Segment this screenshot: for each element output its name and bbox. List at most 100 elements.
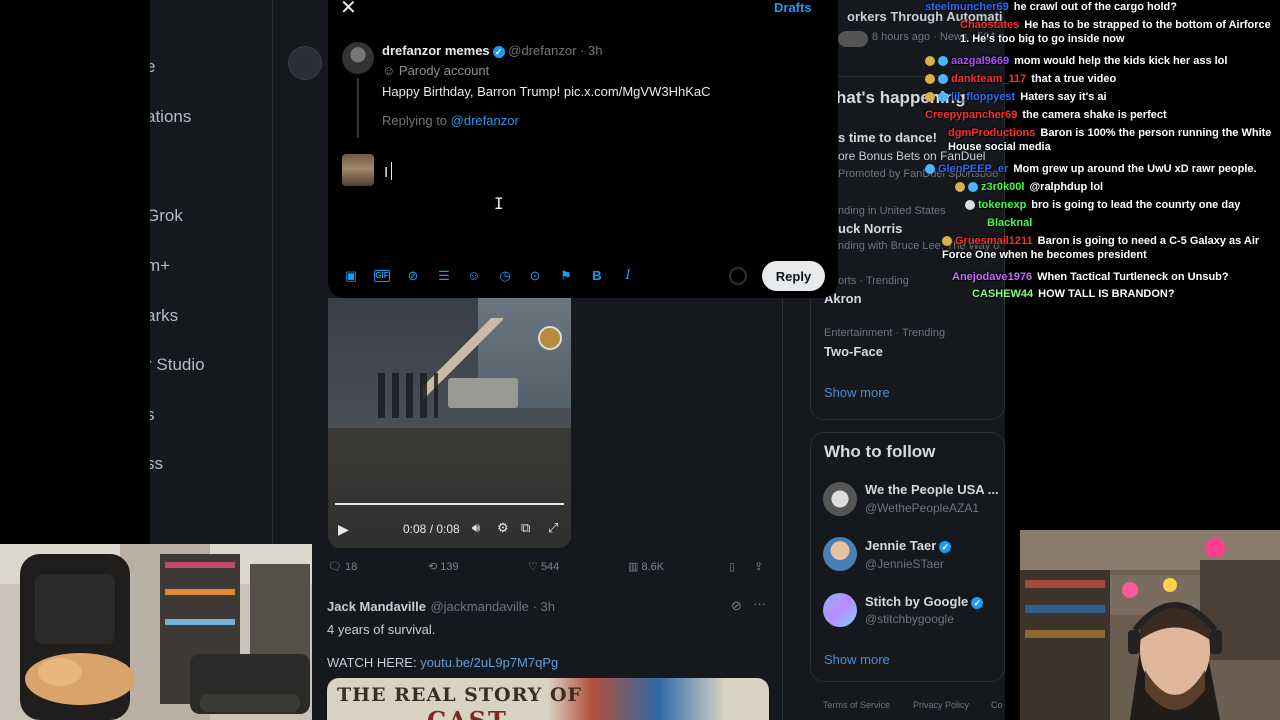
follow-name[interactable]: Stitch by Google ✓ (865, 594, 1005, 609)
badge-icon (925, 164, 935, 175)
thumbnail-caption: THE REAL STORY OF (337, 684, 583, 706)
retweet-action[interactable]: ⟲ 139 (428, 560, 459, 573)
chat-username: CASHEW44 (972, 288, 1034, 300)
avatar[interactable] (342, 154, 374, 186)
original-author: drefanzor memes ✓ @drefanzor · 3h (382, 43, 602, 58)
avatar[interactable] (823, 593, 857, 627)
drafts-button[interactable]: Drafts (774, 0, 812, 15)
video-player[interactable] (328, 298, 571, 548)
chat-username: z3r0k00l (981, 181, 1025, 193)
pip-icon[interactable]: ⧉ (521, 520, 530, 536)
chat-text: that a true video (1031, 73, 1117, 85)
badge-icon (925, 92, 935, 103)
chat-username: steelmuncher69 (925, 1, 1009, 13)
image-icon[interactable]: ▣ (343, 268, 359, 284)
nav-item-more[interactable]: ss (150, 454, 163, 474)
schedule-icon[interactable]: ◷ (497, 268, 513, 284)
trend-title[interactable]: Akron (824, 291, 984, 306)
badge-icon (942, 236, 952, 247)
nav-item-creator-studio[interactable]: r Studio (150, 355, 205, 375)
nav-item-premium[interactable]: m+ (150, 256, 170, 276)
chat-message: aazgal9669 mom would help the kids kick h… (925, 54, 1275, 68)
volume-icon[interactable]: 🔊︎ (472, 520, 480, 536)
grok-icon[interactable]: ⊘ (405, 268, 421, 284)
chat-message: Creepypancher69 the camera shake is perfe… (925, 108, 1275, 122)
play-icon[interactable]: ▶ (338, 521, 349, 538)
chat-username: GlenPEEP_er (938, 163, 1009, 175)
footer-terms[interactable]: Terms of Service (823, 700, 890, 710)
badge-icon (925, 74, 935, 85)
chat-message: Gruesmail1211 Baron is going to need a C-… (942, 234, 1278, 262)
chat-text: @ralphdup lol (1029, 181, 1104, 193)
avatar[interactable] (823, 537, 857, 571)
bookmark-icon[interactable]: ▯ (729, 560, 735, 573)
video-progress-bar[interactable] (335, 503, 564, 505)
bold-icon[interactable]: B (589, 268, 605, 284)
chart-icon: ▥ (628, 561, 639, 573)
follow-handle: @stitchbygoogle (865, 612, 954, 626)
like-count: 544 (540, 561, 560, 573)
retweet-icon: ⟲ (428, 561, 438, 573)
chat-username: Anejodave1976 (952, 271, 1033, 283)
more-options-icon[interactable]: ··· (753, 596, 766, 611)
chat-text: the camera shake is perfect (1022, 109, 1167, 121)
video-frame-people (378, 373, 438, 418)
like-action[interactable]: ♡ 544 (528, 560, 559, 573)
nav-item-grok[interactable]: Grok (150, 206, 183, 226)
chat-username: lil_floppyest (951, 91, 1016, 103)
footer-cookie[interactable]: Co (991, 700, 1003, 710)
flag-icon[interactable]: ⚑ (558, 268, 574, 284)
share-icon[interactable]: ⇪ (754, 560, 763, 573)
badge-icon (938, 92, 948, 103)
chat-message: lil_floppyest Haters say it's ai (925, 90, 1275, 104)
follow-name[interactable]: Jennie Taer ✓ (865, 538, 1005, 553)
chat-message: dgmProductions Baron is 100% the person r… (948, 126, 1278, 154)
reply-action[interactable]: 🗨︎ 18 (328, 560, 357, 573)
presidential-seal-icon (538, 326, 562, 350)
chat-text: mom would help the kids kick her ass lol (1014, 55, 1228, 67)
tweet-author-handle[interactable]: @jackmandaville · 3h (430, 599, 554, 614)
chat-text: Haters say it's ai (1020, 91, 1107, 103)
comment-icon: 🗨︎ (328, 561, 342, 573)
italic-icon[interactable]: I (620, 268, 636, 284)
verified-icon: ✓ (492, 45, 505, 58)
avatar[interactable] (823, 482, 857, 516)
chat-username: dankteam_117 (951, 73, 1027, 85)
trend-title[interactable]: Two-Face (824, 344, 984, 359)
nav-item-bookmarks[interactable]: arks (150, 306, 178, 326)
fullscreen-icon[interactable]: ⤢ (548, 520, 558, 536)
original-author-handle[interactable]: @drefanzor (508, 43, 576, 58)
gif-icon[interactable]: GIF (374, 270, 390, 282)
settings-icon[interactable]: ⚙ (497, 520, 509, 536)
chat-username: Chaostates (960, 19, 1020, 31)
who-to-follow-title: Who to follow (824, 442, 936, 461)
chat-message: Chaostates He has to be strapped to the b… (960, 18, 1278, 46)
avatar[interactable] (342, 42, 374, 74)
streamer-webcam (1020, 530, 1280, 720)
grok-icon[interactable]: ⊘ (731, 598, 742, 614)
reply-button[interactable]: Reply (762, 261, 825, 291)
tweet-jack-mandaville[interactable]: Jack Mandaville @jackmandaville · 3h 4 y… (327, 598, 777, 670)
poll-icon[interactable]: ☰ (436, 268, 452, 284)
show-more-link[interactable]: Show more (824, 652, 890, 667)
tweet-link[interactable]: youtu.be/2uL9p7M7qPg (420, 655, 558, 670)
replying-handle[interactable]: @drefanzor (451, 113, 519, 128)
show-more-link[interactable]: Show more (824, 385, 890, 400)
views-action[interactable]: ▥ 8.6K (628, 560, 664, 573)
close-icon[interactable]: ✕ (340, 0, 357, 20)
emoji-icon[interactable]: ☺ (466, 268, 482, 284)
original-author-name[interactable]: drefanzor memes (382, 43, 490, 58)
nav-item-home[interactable]: e (150, 57, 155, 77)
chat-message: Blacknal (987, 216, 1280, 230)
reply-compose-input[interactable] (384, 160, 804, 184)
location-icon[interactable]: ⊙ (527, 268, 543, 284)
nav-item-notifications[interactable]: ations (150, 107, 191, 127)
avatar[interactable] (288, 46, 322, 80)
stream-screen: e ations Grok m+ arks r Studio s ss ▶ 0:… (0, 0, 1280, 720)
footer-privacy[interactable]: Privacy Policy (913, 700, 969, 710)
video-thumbnail[interactable]: THE REAL STORY OF CAST (327, 678, 769, 720)
mask-icon: ☺ (382, 63, 396, 78)
nav-item-profile[interactable]: s (150, 405, 155, 425)
tweet-author-name[interactable]: Jack Mandaville (327, 599, 426, 614)
follow-name[interactable]: We the People USA ... (865, 482, 1005, 497)
